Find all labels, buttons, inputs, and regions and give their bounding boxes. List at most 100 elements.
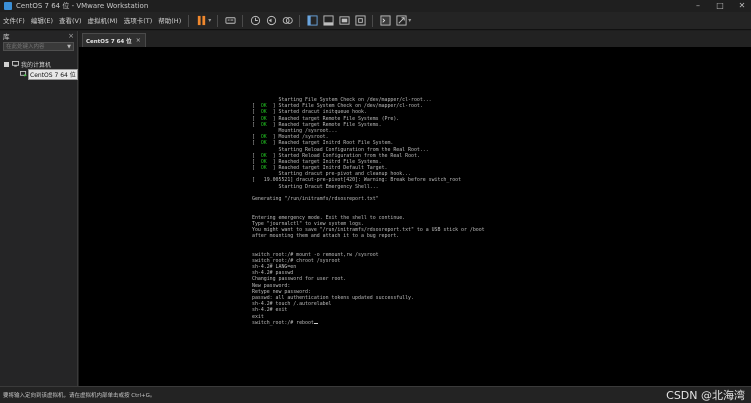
library-panel: 库 × ▼ 我的计算机 CentOS 7 64 位 — [0, 31, 78, 386]
console-view-icon[interactable] — [379, 15, 391, 27]
tree-item-centos-vm[interactable]: CentOS 7 64 位 — [0, 68, 78, 80]
tab-centos-vm[interactable]: CentOS 7 64 位 × — [82, 33, 146, 47]
ok-status: OK — [260, 158, 267, 165]
menu-tabs[interactable]: 选项卡(T) — [121, 12, 156, 30]
toolbar-divider — [188, 14, 190, 27]
unity-icon[interactable] — [354, 15, 366, 27]
console-line-text: You might want to save "/run/initramfs/r… — [252, 226, 485, 233]
send-ctrl-alt-del-icon[interactable] — [224, 15, 236, 27]
status-bracket: [ — [252, 140, 261, 147]
tree-item-label: CentOS 7 64 位 — [28, 68, 78, 80]
console-line-text: ] Started dracut initqueue hook. — [272, 109, 367, 116]
console-line-text: sh-4.2# exit — [252, 307, 288, 314]
maximize-button[interactable]: □ — [715, 0, 725, 12]
console-line-text: ] Reached target Remote File Systems (Pr… — [272, 115, 400, 122]
console-line-text: switch_root:/# chroot /sysroot — [252, 257, 341, 264]
status-bracket: [ — [252, 109, 261, 116]
search-dropdown-icon[interactable]: ▼ — [67, 44, 71, 50]
vmware-window: CentOS 7 64 位 - VMware Workstation – □ ✕… — [0, 0, 751, 403]
console-line-text: ] Reached target Initrd File Systems. — [272, 158, 382, 165]
status-bracket: [ — [252, 165, 261, 172]
tab-bar: CentOS 7 64 位 × — [79, 31, 751, 47]
tab-close-icon[interactable]: × — [136, 37, 141, 44]
toolbar-divider — [299, 14, 301, 27]
status-message: 要将输入定向到该虚拟机，请在虚拟机内部单击或按 Ctrl+G。 — [3, 393, 156, 399]
console-line-text: Entering emergency mode. Exit the shell … — [252, 214, 406, 221]
console-line-text: ] Reached target Initrd Default Target. — [272, 165, 388, 172]
menu-toolbar: 文件(F) 编辑(E) 查看(V) 虚拟机(M) 选项卡(T) 帮助(H) ▾ — [0, 12, 751, 30]
close-button[interactable]: ✕ — [737, 0, 747, 12]
console-line-text: ] Reached target Remote File Systems. — [272, 121, 382, 128]
toolbar-divider — [242, 14, 244, 27]
snapshot-icon[interactable] — [249, 15, 261, 27]
console-line-text: sh-4.2# passwd — [252, 270, 294, 277]
ok-status: OK — [260, 103, 267, 110]
thumbnail-bar-icon[interactable] — [322, 15, 334, 27]
status-bracket: [ — [252, 115, 261, 122]
vm-console[interactable]: Starting File System Check on /dev/mappe… — [79, 47, 751, 386]
vmware-logo-icon — [4, 2, 12, 10]
title-bar: CentOS 7 64 位 - VMware Workstation – □ ✕ — [0, 0, 751, 12]
console-line-text: Retype new password: — [252, 288, 311, 295]
console-line-text: switch_root:/# reboot — [252, 319, 314, 326]
pause-icon[interactable] — [195, 15, 207, 27]
library-tree: 我的计算机 CentOS 7 64 位 — [0, 59, 78, 80]
window-title: CentOS 7 64 位 - VMware Workstation — [16, 2, 149, 10]
stretch-dropdown-icon[interactable]: ▾ — [408, 17, 411, 24]
console-line-text: New password: — [252, 282, 291, 289]
console-line-text: Starting Dracut Emergency Shell... — [252, 183, 379, 190]
stretch-icon[interactable] — [395, 15, 407, 27]
status-bracket: [ — [252, 121, 261, 128]
console-line-text: ] Reached target Initrd Root File System… — [272, 140, 394, 147]
status-bracket: [ — [252, 103, 261, 110]
ok-status: OK — [260, 134, 267, 141]
collapse-icon[interactable] — [4, 61, 9, 67]
toolbar-divider — [372, 14, 374, 27]
console-line-text: sh-4.2# LANG=en — [252, 264, 297, 271]
text-cursor — [313, 322, 318, 324]
watermark: CSDN @北海湾 — [666, 389, 745, 402]
snapshot-manager-icon[interactable] — [281, 15, 293, 27]
tree-item-my-computer[interactable]: 我的计算机 — [0, 59, 77, 69]
console-line-text: exit — [252, 313, 264, 320]
tab-label: CentOS 7 64 位 — [86, 38, 132, 45]
console-text: Starting File System Check on /dev/mappe… — [252, 97, 582, 326]
status-bracket: [ — [252, 152, 261, 159]
pause-dropdown-icon[interactable]: ▾ — [208, 17, 211, 24]
console-line-text: Type "journalctl" to view system logs. — [252, 220, 364, 227]
console-line-text: Mounting /sysroot... — [252, 127, 338, 134]
console-line-text: switch_root:/# mount -o remount,rw /sysr… — [252, 251, 379, 258]
toolbar-divider — [217, 14, 219, 27]
menu-view[interactable]: 查看(V) — [56, 12, 85, 30]
computer-icon — [12, 61, 19, 67]
fullscreen-icon[interactable] — [338, 15, 350, 27]
status-bracket: [ — [252, 134, 261, 141]
library-title: 库 — [3, 33, 10, 41]
ok-status: OK — [260, 165, 267, 172]
console-line-text: after mounting them and attach it to a b… — [252, 233, 400, 240]
ok-status: OK — [260, 140, 267, 147]
library-close-icon[interactable]: × — [68, 32, 74, 40]
window-controls: – □ ✕ — [693, 0, 747, 12]
library-search-input[interactable] — [6, 43, 66, 50]
revert-snapshot-icon[interactable] — [265, 15, 277, 27]
minimize-button[interactable]: – — [693, 0, 703, 12]
console-line-text: Generating "/run/initramfs/rdsosreport.t… — [252, 196, 379, 202]
menu-vm[interactable]: 虚拟机(M) — [85, 12, 121, 30]
console-line-text: [ 19.005521] dracut-pre-pivot[420]: Warn… — [252, 177, 462, 184]
tree-item-label: 我的计算机 — [21, 61, 52, 69]
console-line: switch_root:/# reboot — [252, 320, 582, 326]
ok-status: OK — [260, 115, 267, 122]
console-line-text: ] Mounted /sysroot. — [272, 134, 329, 141]
library-view-icon[interactable] — [306, 15, 318, 27]
ok-status: OK — [260, 152, 267, 159]
console-line-text: passwd: all authentication tokens update… — [252, 295, 414, 301]
ok-status: OK — [260, 109, 267, 116]
menu-help[interactable]: 帮助(H) — [155, 12, 184, 30]
status-bracket: [ — [252, 158, 261, 165]
menu-edit[interactable]: 编辑(E) — [28, 12, 56, 30]
console-line-text: ] Started File System Check on /dev/mapp… — [272, 103, 423, 110]
console-line-text: Starting File System Check on /dev/mappe… — [252, 97, 432, 103]
ok-status: OK — [260, 121, 267, 128]
menu-file[interactable]: 文件(F) — [0, 12, 28, 30]
